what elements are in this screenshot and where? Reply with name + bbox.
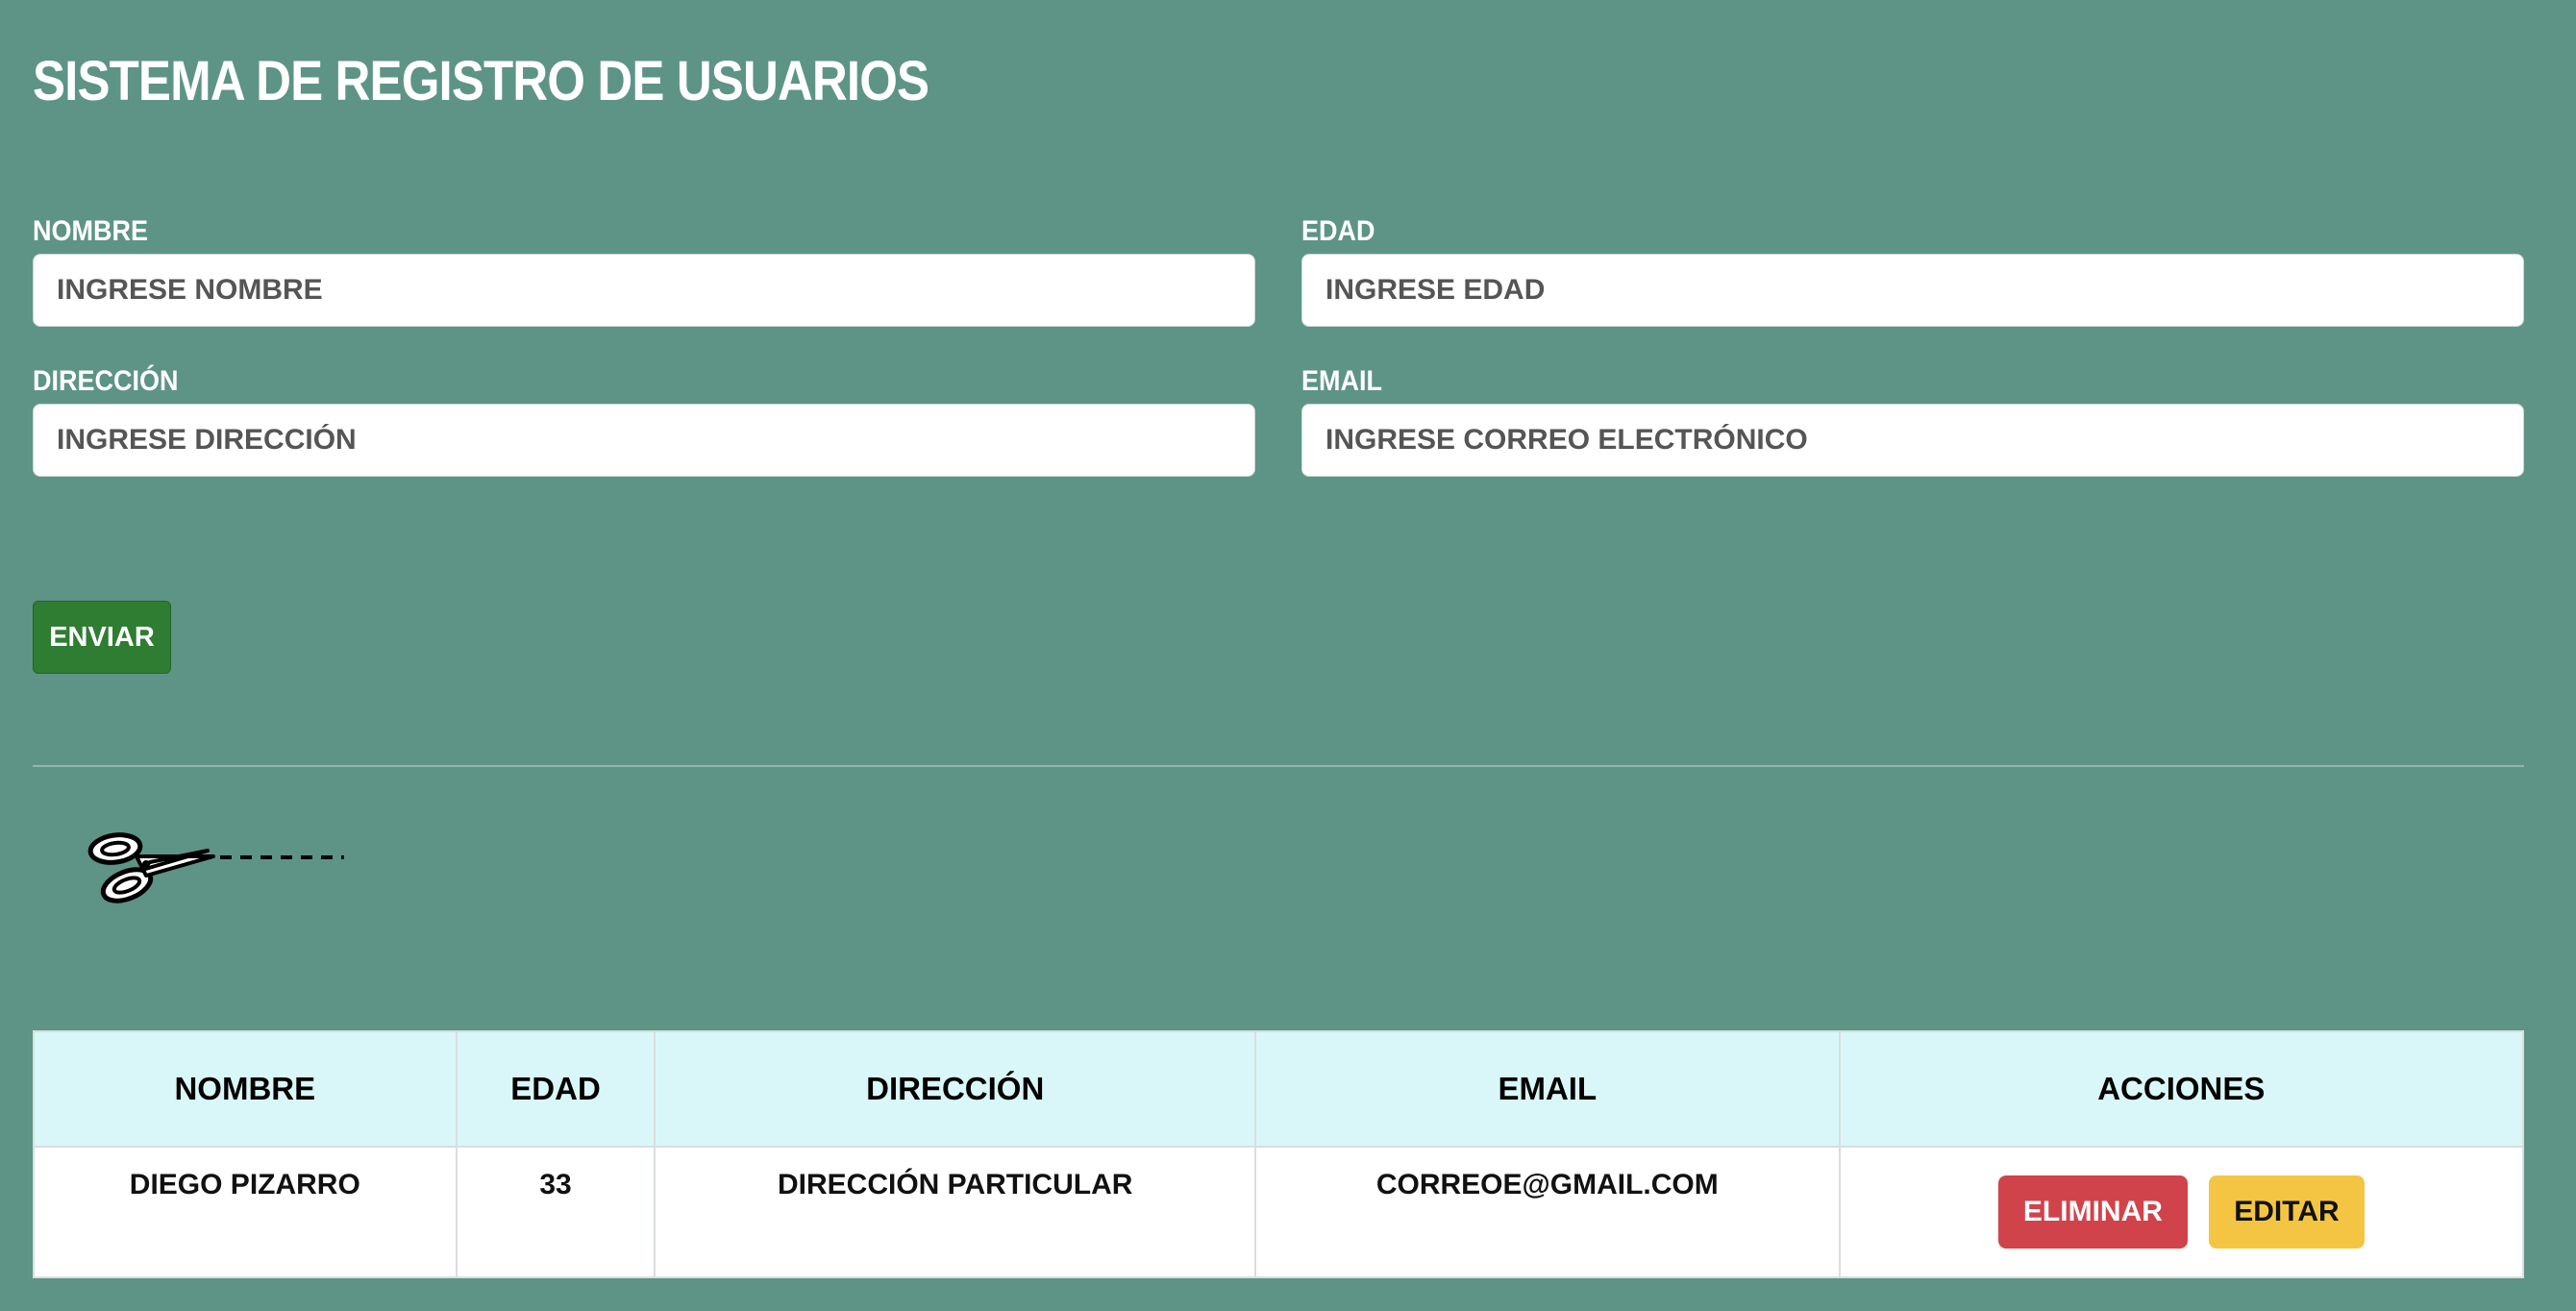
nombre-input[interactable] [33, 254, 1255, 327]
edad-label: EDAD [1301, 215, 1375, 247]
cell-direccion: DIRECCIÓN PARTICULAR [654, 1146, 1256, 1278]
nombre-field-group: NOMBRE [33, 215, 1255, 327]
column-header-edad: EDAD [455, 1030, 656, 1148]
table-row: DIEGO PIZARRO 33 DIRECCIÓN PARTICULAR CO… [33, 1146, 2525, 1278]
divider [33, 765, 2524, 767]
edad-input[interactable] [1301, 254, 2524, 327]
email-label: EMAIL [1301, 365, 1382, 397]
cell-email: CORREOE@GMAIL.COM [1253, 1146, 1841, 1278]
scissors-icon [87, 832, 344, 903]
column-header-email: EMAIL [1253, 1030, 1841, 1148]
cell-nombre: DIEGO PIZARRO [33, 1146, 458, 1278]
email-input[interactable] [1301, 404, 2524, 477]
cell-acciones: ELIMINAR EDITAR [1838, 1146, 2525, 1278]
column-header-nombre: NOMBRE [33, 1030, 458, 1148]
direccion-field-group: DIRECCIÓN [33, 365, 1255, 477]
table-header-row: NOMBRE EDAD DIRECCIÓN EMAIL ACCIONES [33, 1030, 2525, 1148]
cell-edad: 33 [455, 1146, 656, 1278]
enviar-button[interactable]: ENVIAR [33, 601, 171, 674]
eliminar-button[interactable]: ELIMINAR [1997, 1175, 2188, 1249]
direccion-input[interactable] [33, 404, 1255, 477]
column-header-acciones: ACCIONES [1838, 1030, 2525, 1148]
page-title: SISTEMA DE REGISTRO DE USUARIOS [33, 50, 929, 112]
nombre-label: NOMBRE [33, 215, 149, 247]
edad-field-group: EDAD [1301, 215, 2524, 327]
users-table: NOMBRE EDAD DIRECCIÓN EMAIL ACCIONES DIE… [33, 1030, 2525, 1278]
editar-button[interactable]: EDITAR [2209, 1175, 2365, 1249]
direccion-label: DIRECCIÓN [33, 365, 179, 397]
email-field-group: EMAIL [1301, 365, 2524, 477]
column-header-direccion: DIRECCIÓN [654, 1030, 1256, 1148]
